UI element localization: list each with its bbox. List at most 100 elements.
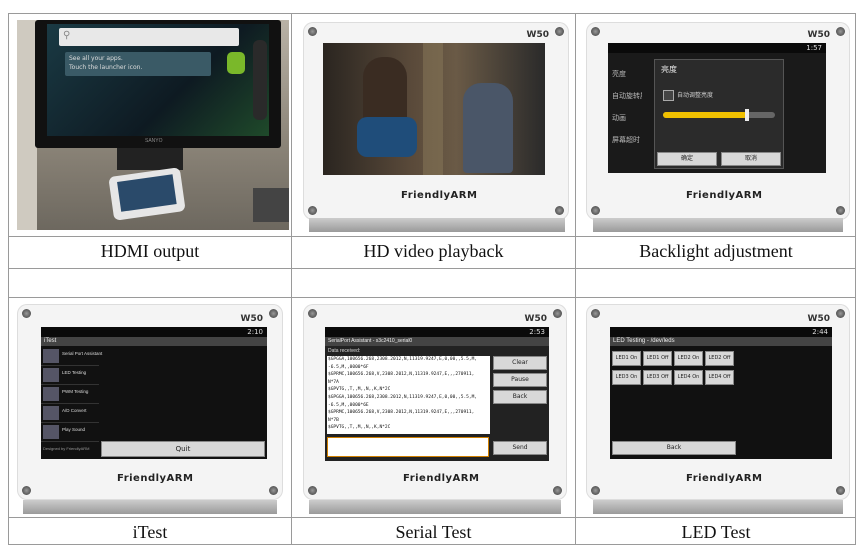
grid-divider [291,14,292,544]
itest-menu-item[interactable]: LED Testing [41,366,99,385]
board-frame-itest: W50 2:10 iTest Serial Port Assistant LED … [17,304,283,500]
led-toggle-button[interactable]: LED2 On [674,351,703,366]
grid-divider [9,517,855,518]
grid-divider [9,236,855,237]
pcb-edge [593,500,843,514]
brightness-slider[interactable] [663,109,775,121]
screw-icon [308,206,317,215]
screw-icon [555,206,564,215]
send-input[interactable] [327,437,489,457]
log-line: N*7A [328,379,339,385]
itest-menu-item[interactable]: A/D Convert [41,404,99,423]
brightness-dialog: 亮度 自动调整亮度 确定 取消 [654,59,784,169]
android-icon [227,52,245,74]
log-line: $GPGGA,100656.268,2308.2012,N,11319.9247… [328,357,478,362]
back-button[interactable]: Back [493,390,547,404]
hdmi-hint-text: See all your apps. [69,55,123,62]
serial-screen: 2:53 SerialPort Assistant - s3c2410_seri… [325,327,549,461]
pcb-edge [309,218,565,232]
board-model: W50 [807,314,830,324]
led-toggle-button[interactable]: LED3 On [612,370,641,385]
send-button[interactable]: Send [493,441,547,455]
pcb-edge [309,500,561,514]
search-bar: ⚲ [59,28,239,46]
screw-icon [269,309,278,318]
board-model: W50 [526,30,549,40]
screw-icon [22,486,31,495]
brand-logo: FriendlyARM [686,473,763,484]
settings-menu-item[interactable]: 动画 [612,113,642,135]
status-time: 1:57 [806,44,822,52]
itest-item-label: PWM Testing [62,389,89,394]
auto-brightness-label: 自动调整亮度 [677,93,714,99]
grid-divider [9,268,855,269]
itest-item-label: Serial Port Assistant [62,351,103,356]
actor-figure [463,83,513,173]
caption-hdmi: HDMI output [100,241,200,261]
clear-button[interactable]: Clear [493,356,547,370]
screw-icon [22,309,31,318]
screw-icon [308,486,317,495]
board-model: W50 [524,314,547,324]
search-icon: ⚲ [63,30,71,41]
log-line: $GPVTG,,T,,M,,N,,K,N*2C [328,387,391,393]
grid-divider [9,297,855,298]
settings-menu: 亮度自动旋转屏幕动画屏幕超时 [612,69,642,157]
screw-icon [591,206,600,215]
itest-item-label: Play Sound [62,427,86,432]
caption-video: HD video playback [363,241,504,261]
screw-icon [836,309,845,318]
settings-menu-item[interactable]: 屏幕超时 [612,135,642,157]
dialog-title: 亮度 [661,65,677,74]
itest-title: iTest [41,337,267,346]
status-bar: 1:57 [608,43,826,53]
led-screen: 2:44 LED Testing - /dev/leds LED1 On LED1… [610,327,832,459]
auto-brightness-checkbox[interactable] [663,90,674,101]
ok-button[interactable]: 确定 [657,152,717,166]
brand-logo: FriendlyARM [686,190,763,201]
status-time: 2:44 [812,328,828,336]
status-time: 2:53 [529,328,545,336]
itest-menu-item[interactable]: PWM Testing [41,385,99,404]
screw-icon [555,27,564,36]
board-frame-video: W50 FriendlyARM [303,22,569,220]
itest-menu-item[interactable]: Play Sound [41,423,99,442]
back-button[interactable]: Back [612,441,736,455]
led-toggle-button[interactable]: LED1 Off [643,351,672,366]
board-model: W50 [807,30,830,40]
settings-menu-item[interactable]: 亮度 [612,69,642,91]
log-line: -6.5,M,,0000*6E [328,402,369,408]
pause-button[interactable]: Pause [493,373,547,387]
brand-logo: FriendlyARM [117,473,194,484]
itest-screen: 2:10 iTest Serial Port Assistant LED Test… [41,327,267,459]
itest-item-label: A/D Convert [62,408,87,413]
item-icon [43,387,59,401]
led-toggle-button[interactable]: LED1 On [612,351,641,366]
led-toggle-button[interactable]: LED4 Off [705,370,734,385]
led-toggle-button[interactable]: LED3 Off [643,370,672,385]
screw-icon [591,309,600,318]
board-model: W50 [240,314,263,324]
led-buttons: LED1 On LED1 Off LED2 On LED2 Off LED3 On LED… [612,351,740,389]
serial-title: SerialPort Assistant - s3c2410_serial0 [325,337,549,346]
caption-itest: iTest [132,522,168,542]
itest-footer: Designed by FriendlyARM [43,446,90,451]
screw-icon [553,486,562,495]
screw-icon [269,486,278,495]
item-icon [43,406,59,420]
quit-button[interactable]: Quit [101,441,265,457]
screw-icon [836,27,845,36]
screw-icon [836,486,845,495]
led-toggle-button[interactable]: LED4 On [674,370,703,385]
status-bar: 2:44 [610,327,832,337]
screw-icon [553,309,562,318]
received-data-area[interactable]: $GPGGA,100656.268,2308.2012,N,11319.9247… [327,356,490,434]
settings-menu-item[interactable]: 自动旋转屏幕 [612,91,642,113]
status-bar: 2:53 [325,327,549,337]
itest-menu-item[interactable]: Serial Port Assistant [41,347,103,366]
log-line: $GPRMC,100656.268,V,2308.2012,N,11319.92… [328,410,475,416]
slider-thumb[interactable] [745,109,749,121]
cancel-button[interactable]: 取消 [721,152,781,166]
serial-controls: Clear Pause Back [493,356,547,416]
led-toggle-button[interactable]: LED2 Off [705,351,734,366]
